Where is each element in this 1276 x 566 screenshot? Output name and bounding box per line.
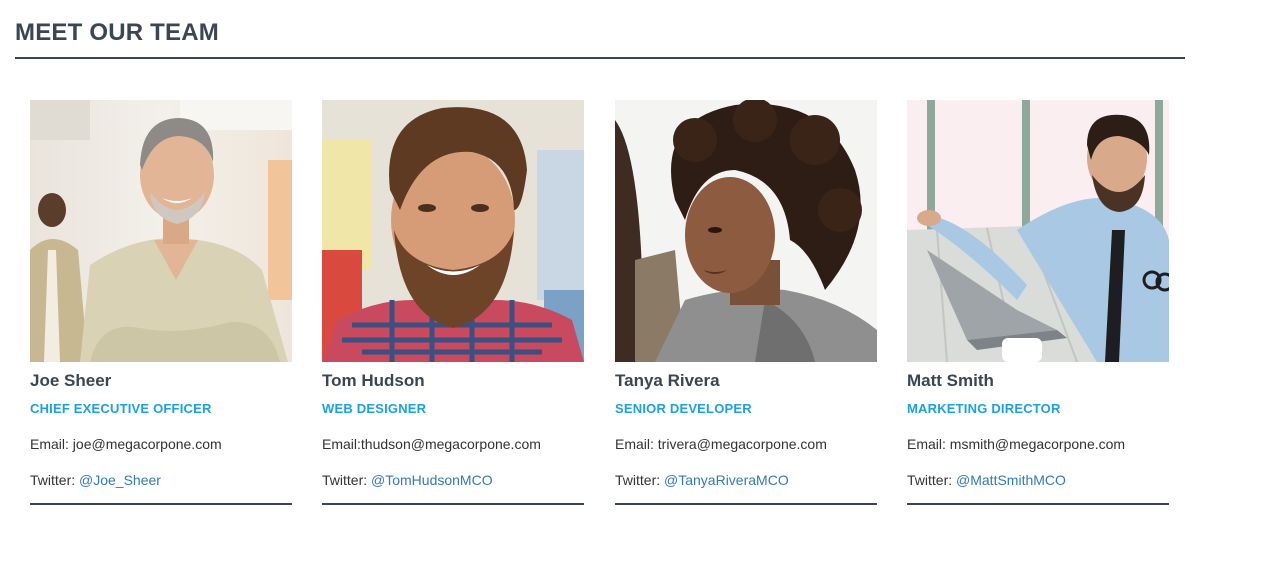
member-role: CHIEF EXECUTIVE OFFICER [30,401,212,416]
member-role: SENIOR DEVELOPER [615,401,752,416]
team-section: MEET OUR TEAM [15,0,1185,59]
email-label: Email: [322,436,361,452]
member-email: Email: msmith@megacorpone.com [907,435,1125,453]
twitter-link[interactable]: @Joe_Sheer [79,472,161,488]
team-member-card: Tanya Rivera SENIOR DEVELOPER Email: tri… [615,100,877,506]
email-address: trivera@megacorpone.com [657,436,827,452]
card-divider [30,503,292,505]
member-role: MARKETING DIRECTOR [907,401,1061,416]
team-grid: Joe Sheer CHIEF EXECUTIVE OFFICER Email:… [30,100,1180,510]
team-member-card: Tom Hudson WEB DESIGNER Email:thudson@me… [322,100,584,506]
member-email: Email: trivera@megacorpone.com [615,435,827,453]
email-address: msmith@megacorpone.com [949,436,1126,452]
member-photo [30,100,292,362]
member-name: Tanya Rivera [615,371,720,390]
email-address: joe@megacorpone.com [72,436,222,452]
member-role: WEB DESIGNER [322,401,427,416]
email-address: thudson@megacorpone.com [360,436,541,452]
team-member-card: Matt Smith MARKETING DIRECTOR Email: msm… [907,100,1169,506]
team-member-card: Joe Sheer CHIEF EXECUTIVE OFFICER Email:… [30,100,292,506]
member-email: Email: joe@megacorpone.com [30,435,222,453]
member-twitter: Twitter: @TomHudsonMCO [322,471,493,489]
twitter-link[interactable]: @TanyaRiveraMCO [664,472,789,488]
twitter-link[interactable]: @MattSmithMCO [956,472,1066,488]
member-twitter: Twitter: @TanyaRiveraMCO [615,471,789,489]
member-photo [322,100,584,362]
section-title: MEET OUR TEAM [15,19,219,46]
twitter-label: Twitter: [30,472,80,488]
member-name: Matt Smith [907,371,994,390]
twitter-link[interactable]: @TomHudsonMCO [371,472,493,488]
member-email: Email:thudson@megacorpone.com [322,435,541,453]
card-divider [615,503,877,505]
twitter-label: Twitter: [615,472,665,488]
twitter-label: Twitter: [322,472,372,488]
email-label: Email: [30,436,73,452]
member-name: Joe Sheer [30,371,112,390]
section-divider [15,57,1185,59]
member-twitter: Twitter: @MattSmithMCO [907,471,1066,489]
email-label: Email: [907,436,950,452]
card-divider [322,503,584,505]
member-twitter: Twitter: @Joe_Sheer [30,471,161,489]
member-photo [907,100,1169,362]
member-photo [615,100,877,362]
twitter-label: Twitter: [907,472,957,488]
email-label: Email: [615,436,658,452]
member-name: Tom Hudson [322,371,425,390]
card-divider [907,503,1169,505]
